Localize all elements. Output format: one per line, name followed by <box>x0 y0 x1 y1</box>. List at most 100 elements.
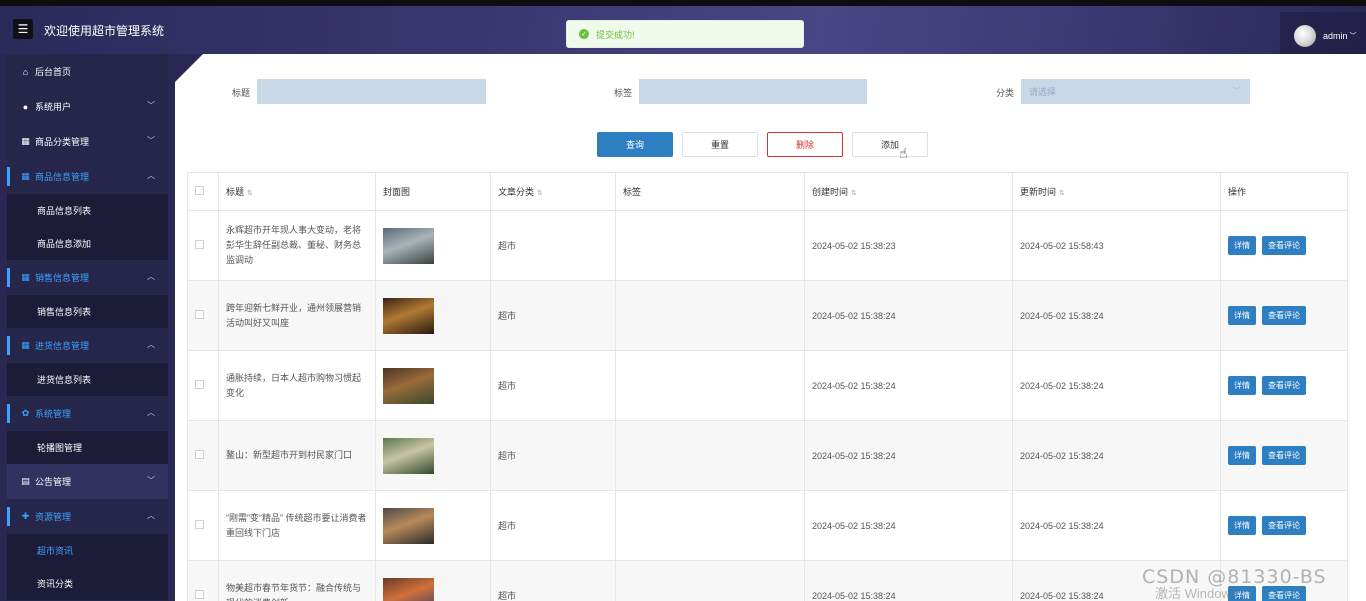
title-cell: 永辉超市开年现人事大变动，老将彭华生辞任副总裁、董秘、财务总监调动 <box>218 210 376 281</box>
row-select-cell[interactable] <box>187 490 219 561</box>
grid-icon: ▦ <box>21 171 30 181</box>
sidebar-subitem[interactable]: 资讯分类 <box>7 567 168 600</box>
row-updated: 2024-05-02 15:38:24 <box>1020 380 1104 391</box>
row-created: 2024-05-02 15:38:24 <box>812 450 896 461</box>
category-cell: 超市 <box>490 350 616 421</box>
row-created: 2024-05-02 15:38:24 <box>812 520 896 531</box>
created-cell: 2024-05-02 15:38:24 <box>804 280 1013 351</box>
category-select[interactable]: 请选择 ﹀ <box>1021 79 1250 104</box>
cover-image <box>383 297 434 334</box>
sidebar-item-label: 公告管理 <box>35 477 72 487</box>
view-comments-button[interactable]: 查看评论 <box>1262 446 1306 465</box>
delete-button[interactable]: 删除 <box>767 132 843 157</box>
chevron-icon: ︿ <box>147 171 155 180</box>
row-checkbox[interactable] <box>195 590 204 599</box>
row-select-cell[interactable] <box>187 210 219 281</box>
actions-cell: 详情 查看评论 <box>1220 350 1348 421</box>
col-title[interactable]: 标题 ⇅ <box>218 172 376 211</box>
sidebar-item[interactable]: ● 系统用户 ﹀ <box>7 89 168 124</box>
col-created[interactable]: 创建时间 ⇅ <box>804 172 1013 211</box>
user-menu[interactable]: admin ﹀ <box>1280 12 1366 60</box>
reset-button[interactable]: 重置 <box>682 132 758 157</box>
sidebar-subitem[interactable]: 商品信息列表 <box>7 194 168 227</box>
select-all-cell[interactable] <box>187 172 219 211</box>
user-icon: ● <box>22 101 29 112</box>
sidebar-item-label: 资源管理 <box>35 512 72 522</box>
row-checkbox[interactable] <box>195 380 204 389</box>
view-comments-button[interactable]: 查看评论 <box>1262 516 1306 535</box>
detail-button[interactable]: 详情 <box>1228 446 1256 465</box>
sidebar-item[interactable]: ✿ 系统管理 ︿ <box>7 396 168 431</box>
tag-search-input[interactable] <box>639 79 867 104</box>
table-row: 通胀持续，日本人超市购物习惯起变化 超市 2024-05-02 15:38:24 20… <box>187 350 1348 421</box>
view-comments-button[interactable]: 查看评论 <box>1262 586 1306 601</box>
col-tags-label: 标签 <box>623 187 642 197</box>
created-cell: 2024-05-02 15:38:24 <box>804 350 1013 421</box>
row-select-cell[interactable] <box>187 560 219 601</box>
menu-toggle-icon[interactable]: ☰ <box>13 19 33 39</box>
sort-icon[interactable]: ⇅ <box>1059 190 1065 197</box>
detail-button[interactable]: 详情 <box>1228 516 1256 535</box>
row-category: 超市 <box>498 451 517 461</box>
detail-button[interactable]: 详情 <box>1228 236 1256 255</box>
hand-cursor-icon: ☝ <box>899 145 908 161</box>
col-actions: 操作 <box>1220 172 1348 211</box>
tag-label: 标签 <box>614 88 633 98</box>
row-created: 2024-05-02 15:38:24 <box>812 380 896 391</box>
row-select-cell[interactable] <box>187 420 219 491</box>
cover-image <box>383 437 434 474</box>
detail-button[interactable]: 详情 <box>1228 306 1256 325</box>
category-placeholder: 请选择 <box>1029 87 1057 97</box>
select-all-checkbox[interactable] <box>195 186 204 195</box>
actions-cell: 详情 查看评论 <box>1220 280 1348 351</box>
grid-icon: ▦ <box>21 136 30 146</box>
col-updated[interactable]: 更新时间 ⇅ <box>1012 172 1221 211</box>
row-checkbox[interactable] <box>195 240 204 249</box>
sort-icon[interactable]: ⇅ <box>851 190 857 197</box>
table-row: 跨年迎新七鲜开业，通州领展营销活动叫好又叫座 超市 2024-05-02 15:38… <box>187 280 1348 351</box>
sidebar-item[interactable]: ✚ 资源管理 ︿ <box>7 499 168 534</box>
created-cell: 2024-05-02 15:38:24 <box>804 560 1013 601</box>
view-comments-button[interactable]: 查看评论 <box>1262 236 1306 255</box>
username[interactable]: admin <box>1323 31 1348 41</box>
row-select-cell[interactable] <box>187 350 219 421</box>
sort-icon[interactable]: ⇅ <box>247 190 253 197</box>
sort-icon[interactable]: ⇅ <box>537 190 543 197</box>
row-title: 物美超市春节年货节：融合传统与现代的消费创新 <box>226 582 362 601</box>
tags-cell <box>615 210 805 281</box>
created-cell: 2024-05-02 15:38:23 <box>804 210 1013 281</box>
sidebar-item[interactable]: ⌂ 后台首页 <box>7 54 168 89</box>
sidebar-subitem[interactable]: 销售信息列表 <box>7 295 168 328</box>
row-select-cell[interactable] <box>187 280 219 351</box>
detail-button[interactable]: 详情 <box>1228 376 1256 395</box>
category-cell: 超市 <box>490 280 616 351</box>
updated-cell: 2024-05-02 15:38:24 <box>1012 280 1221 351</box>
title-cell: 物美超市春节年货节：融合传统与现代的消费创新 <box>218 560 376 601</box>
sidebar-subitem[interactable]: 进货信息列表 <box>7 363 168 396</box>
actions-cell: 详情 查看评论 <box>1220 420 1348 491</box>
sidebar-subitem[interactable]: 轮播图管理 <box>7 431 168 464</box>
row-checkbox[interactable] <box>195 450 204 459</box>
add-button[interactable]: 添加 <box>852 132 928 157</box>
sidebar-item[interactable]: ▦ 销售信息管理 ︿ <box>7 260 168 295</box>
sidebar-subitem[interactable]: 超市资讯 <box>7 534 168 567</box>
title-cell: 通胀持续，日本人超市购物习惯起变化 <box>218 350 376 421</box>
row-category: 超市 <box>498 311 517 321</box>
row-checkbox[interactable] <box>195 310 204 319</box>
sidebar-item[interactable]: ▤ 公告管理 ﹀ <box>7 464 168 499</box>
query-button[interactable]: 查询 <box>597 132 673 157</box>
view-comments-button[interactable]: 查看评论 <box>1262 306 1306 325</box>
chevron-down-icon[interactable]: ﹀ <box>1350 31 1357 41</box>
sidebar-item[interactable]: ▦ 进货信息管理 ︿ <box>7 328 168 363</box>
sidebar-item[interactable]: ▦ 商品分类管理 ﹀ <box>7 124 168 159</box>
table-row: “刚需”变“精品” 传统超市要让消费者重回线下门店 超市 2024-05-02 15… <box>187 490 1348 561</box>
title-search-input[interactable] <box>257 79 486 104</box>
row-created: 2024-05-02 15:38:24 <box>812 590 896 601</box>
avatar[interactable] <box>1294 25 1316 47</box>
tags-cell <box>615 420 805 491</box>
view-comments-button[interactable]: 查看评论 <box>1262 376 1306 395</box>
col-category[interactable]: 文章分类 ⇅ <box>490 172 616 211</box>
sidebar-item[interactable]: ▦ 商品信息管理 ︿ <box>7 159 168 194</box>
row-checkbox[interactable] <box>195 520 204 529</box>
sidebar-subitem[interactable]: 商品信息添加 <box>7 227 168 260</box>
